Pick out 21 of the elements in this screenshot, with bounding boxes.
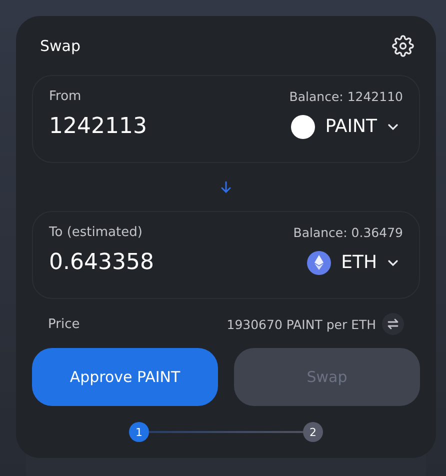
amount-field[interactable]: 0.643358 [49, 250, 154, 275]
ethereum-icon [307, 250, 332, 274]
chevron-down-icon [387, 122, 399, 130]
token-selector[interactable]: PAINT [291, 114, 403, 138]
arrow-down-icon[interactable] [221, 181, 231, 193]
token-icon [291, 114, 316, 138]
balance-text: Balance: 1242110 [289, 89, 403, 104]
swap-arrows-icon[interactable] [382, 313, 404, 335]
token-selector[interactable]: ETH [307, 250, 403, 274]
settings-icon[interactable] [392, 35, 414, 57]
price-value: 1930670 PAINT per ETH [226, 316, 376, 332]
action-button[interactable]: Approve PAINT [32, 348, 218, 406]
card-title: Swap [40, 37, 81, 55]
chevron-down-icon [387, 258, 399, 266]
amount-field[interactable]: 1242113 [49, 114, 147, 139]
price-label: Price [48, 316, 81, 332]
step-indicator: 2 [303, 422, 323, 442]
panel-label: From [49, 89, 82, 104]
balance-text: Balance: 0.36479 [293, 225, 403, 240]
panel-label: To (estimated) [49, 225, 142, 240]
step-indicator: 1 [129, 422, 149, 442]
